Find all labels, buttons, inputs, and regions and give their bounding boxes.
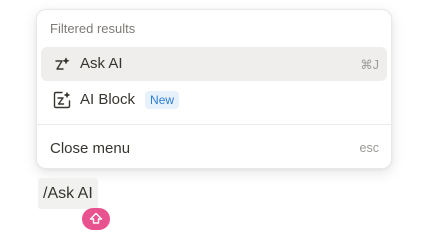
- shift-arrow-icon: [89, 212, 103, 226]
- shortcut-hint: ⌘J: [360, 57, 379, 72]
- close-menu-button[interactable]: Close menu esc: [41, 132, 387, 164]
- canvas: Filtered results Ask AI ⌘J AI Block New: [0, 0, 442, 242]
- menu-divider: [37, 124, 391, 125]
- menu-item-label: Ask AI: [80, 55, 123, 72]
- shortcut-hint: esc: [359, 141, 379, 155]
- menu-header: Filtered results: [50, 21, 136, 36]
- close-menu-label: Close menu: [50, 139, 131, 157]
- slash-command-menu: Filtered results Ask AI ⌘J AI Block New: [36, 9, 392, 169]
- collaborator-cursor: [82, 208, 110, 230]
- ai-block-icon: [51, 89, 73, 111]
- menu-item-ai-block[interactable]: AI Block New: [41, 83, 387, 117]
- ai-sparkle-icon: [51, 53, 73, 75]
- menu-item-label: AI Block: [80, 91, 136, 108]
- new-badge: New: [145, 91, 180, 109]
- menu-item-ask-ai[interactable]: Ask AI ⌘J: [41, 47, 387, 81]
- slash-command-text[interactable]: /Ask AI: [38, 178, 98, 209]
